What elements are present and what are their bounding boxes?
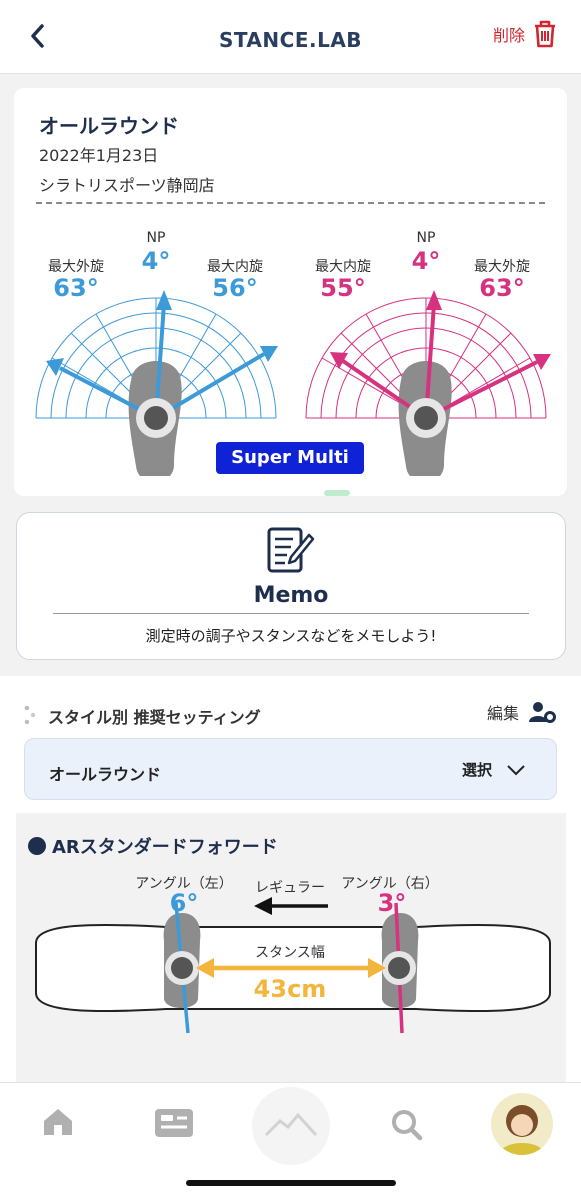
right-protractor (305, 290, 551, 476)
delete-button[interactable]: 削除 (493, 20, 557, 48)
edit-label: 編集 (486, 704, 519, 723)
card-icon[interactable] (153, 1107, 195, 1139)
section-title: スタイル別 推奨セッティング (48, 708, 261, 727)
direction-arrow-icon (254, 897, 328, 915)
chevron-down-icon (507, 764, 525, 775)
select-button[interactable]: 選択 (462, 759, 526, 780)
record-style: オールラウンド (39, 114, 179, 138)
avatar-image (499, 1105, 545, 1155)
app-header: STANCE.LAB 削除 (0, 0, 581, 74)
stance-width-label: スタンス幅 (255, 945, 325, 961)
stance-width-value: 43cm (253, 975, 327, 1003)
user-settings-icon (529, 702, 556, 723)
left-protractor (35, 290, 278, 476)
memo-note-icon (267, 527, 315, 573)
mountain-icon (264, 1112, 318, 1137)
select-label: 選択 (461, 761, 492, 779)
selected-style: オールラウンド (49, 765, 162, 784)
memo-title: Memo (253, 583, 329, 608)
avatar[interactable] (491, 1093, 553, 1155)
stance-setting-panel: ARスタンダードフォワード アングル（左） 6° レギュラー アングル（右） 3… (16, 813, 566, 1093)
recommended-settings-section: スタイル別 推奨セッティング 編集 オールラウンド 選択 ARスタンダードフォワ… (0, 676, 581, 1093)
memo-card[interactable]: Memo 測定時の調子やスタンスなどをメモしよう! (16, 512, 566, 660)
board-type-badge: Super Multi (216, 442, 364, 474)
edit-button[interactable]: 編集 (487, 700, 557, 724)
right-foot-gauge: 最大内旋 55° NP 4° 最大外旋 63° (297, 216, 557, 476)
drag-dots-icon (24, 705, 36, 725)
measurement-card: オールラウンド 2022年1月23日 シラトリスポーツ静岡店 最大外旋 63° … (14, 88, 567, 496)
page-indicator (324, 490, 350, 496)
center-button[interactable] (252, 1087, 330, 1165)
trash-icon (535, 20, 555, 48)
home-icon[interactable] (41, 1107, 75, 1137)
record-shop: シラトリスポーツ静岡店 (39, 176, 215, 195)
style-select[interactable]: オールラウンド 選択 (24, 738, 557, 800)
delete-label: 削除 (492, 26, 525, 45)
left-foot-gauge: 最大外旋 63° NP 4° 最大内旋 56° (24, 216, 284, 476)
home-indicator (186, 1180, 396, 1186)
memo-divider (53, 613, 529, 614)
memo-hint: 測定時の調子やスタンスなどをメモしよう! (145, 627, 437, 645)
record-date: 2022年1月23日 (39, 146, 159, 165)
search-icon[interactable] (391, 1109, 423, 1141)
divider (36, 202, 545, 204)
